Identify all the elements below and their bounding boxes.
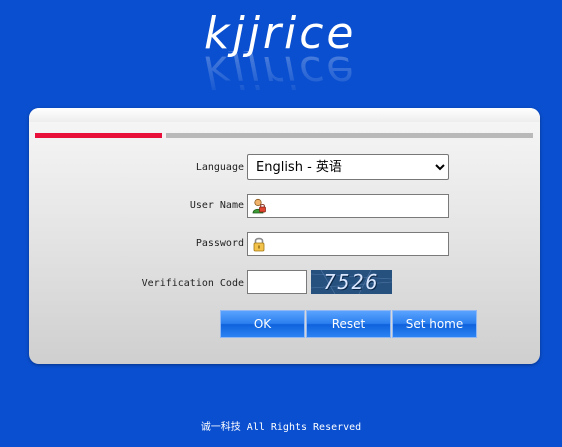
username-input[interactable] [247,194,449,218]
header: kjjrice kjjrice [0,0,562,108]
captcha-image[interactable]: 7526 [311,270,392,294]
language-label: Language [195,162,244,173]
verification-input[interactable] [247,270,307,294]
lock-icon [251,236,267,252]
password-label: Password [195,238,244,249]
ok-button[interactable]: OK [220,310,305,338]
accent-bar-gray [166,133,533,138]
logo-reflection: kjjrice [204,46,357,97]
user-icon [251,198,267,214]
verification-label: Verification Code [141,278,244,289]
set-home-button[interactable]: Set home [392,310,477,338]
password-input[interactable] [247,232,449,256]
panel-top-strip [29,108,540,122]
login-panel: Language English - 英语 User Name Password… [29,108,540,364]
reset-button[interactable]: Reset [306,310,391,338]
captcha-text: 7526 [323,270,380,294]
language-select[interactable]: English - 英语 [247,154,449,180]
footer-copyright: 诚一科技 All Rights Reserved [200,422,362,433]
accent-bar-red [35,133,162,138]
username-label: User Name [189,200,244,211]
